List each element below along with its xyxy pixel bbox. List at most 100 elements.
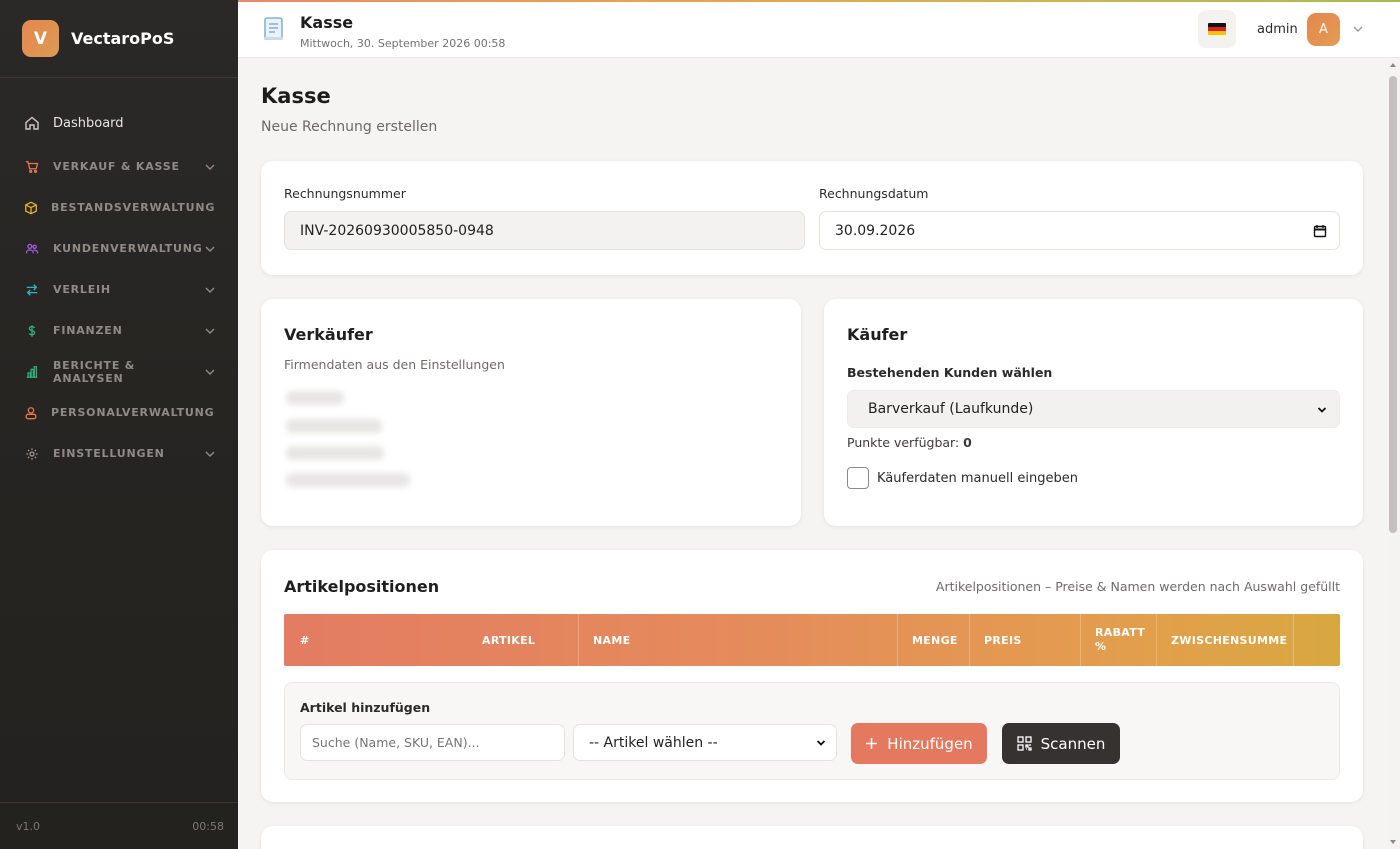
manual-buyer-checkbox[interactable] — [847, 467, 869, 489]
chevron-down-icon — [215, 207, 216, 208]
person-icon — [24, 405, 38, 421]
sidebar-item-label: VERKAUF & KASSE — [53, 160, 180, 173]
chevron-down-icon — [205, 328, 215, 334]
sidebar-item-label: FINANZEN — [53, 324, 123, 337]
language-button[interactable] — [1198, 10, 1236, 48]
receipt-icon — [264, 17, 283, 40]
points-value: 0 — [963, 435, 972, 450]
items-table-header: # ARTIKEL NAME MENGE PREIS RABATT % ZWIS… — [284, 614, 1340, 666]
column-header-actions — [1293, 614, 1340, 666]
add-article-button[interactable]: Hinzufügen — [851, 723, 987, 764]
sidebar-item-berichte-analysen[interactable]: BERICHTE & ANALYSEN — [0, 351, 238, 392]
invoice-number-input[interactable]: INV-20260930005850-0948 — [284, 211, 805, 250]
sidebar-item-personalverwaltung[interactable]: PERSONALVERWALTUNG — [0, 392, 238, 433]
next-card — [261, 826, 1363, 849]
clock-label: 00:58 — [192, 820, 224, 833]
customer-select-label: Bestehenden Kunden wählen — [847, 365, 1053, 380]
german-flag-icon — [1208, 23, 1226, 35]
buyer-card: Käufer Bestehenden Kunden wählen Barverk… — [824, 299, 1363, 526]
add-article-button-label: Hinzufügen — [887, 734, 973, 753]
sidebar: V VectaroPoS Dashboard VERKAUF & KASSE B… — [0, 0, 238, 849]
chevron-down-icon — [205, 164, 215, 170]
article-search-input[interactable] — [300, 724, 565, 761]
page-subtitle: Neue Rechnung erstellen — [261, 119, 438, 135]
qr-code-icon — [1016, 736, 1032, 751]
items-hint: Artikelpositionen – Preise & Namen werde… — [935, 579, 1340, 594]
scroll-down-arrow[interactable] — [1390, 840, 1396, 844]
swap-icon — [24, 282, 40, 298]
seller-blurred-line — [286, 391, 344, 405]
customer-select-value: Barverkauf (Laufkunde) — [868, 401, 1034, 417]
scan-button[interactable]: Scannen — [1002, 723, 1120, 764]
sidebar-item-dashboard[interactable]: Dashboard — [0, 100, 238, 146]
seller-title: Verkäufer — [284, 325, 373, 344]
calendar-icon[interactable] — [1313, 224, 1327, 238]
seller-card: Verkäufer Firmendaten aus den Einstellun… — [261, 299, 801, 526]
invoice-date-label: Rechnungsdatum — [819, 186, 929, 201]
user-name[interactable]: admin — [1257, 22, 1298, 37]
article-select[interactable]: -- Artikel wählen -- — [573, 724, 837, 761]
scroll-thumb[interactable] — [1389, 76, 1397, 533]
sidebar-item-verkauf-kasse[interactable]: VERKAUF & KASSE — [0, 146, 238, 187]
header-datetime: Mittwoch, 30. September 2026 00:58 — [300, 37, 506, 50]
manual-buyer-label[interactable]: Käuferdaten manuell eingeben — [877, 471, 1078, 486]
sidebar-item-einstellungen[interactable]: EINSTELLUNGEN — [0, 433, 238, 474]
points-label: Punkte verfügbar: — [847, 435, 960, 450]
customer-select[interactable]: Barverkauf (Laufkunde) — [847, 390, 1340, 428]
chevron-down-icon — [205, 451, 215, 457]
column-header-price: PREIS — [969, 614, 1080, 666]
version-label: v1.0 — [16, 820, 41, 833]
avatar[interactable]: A — [1307, 13, 1340, 46]
sidebar-item-finanzen[interactable]: FINANZEN — [0, 310, 238, 351]
sidebar-footer: v1.0 00:58 — [16, 820, 224, 833]
chevron-down-icon — [214, 412, 216, 413]
brand-logo: V — [22, 20, 59, 57]
add-article-label: Artikel hinzufügen — [300, 700, 431, 715]
dollar-icon — [24, 323, 40, 339]
article-select-value: -- Artikel wählen -- — [589, 734, 718, 751]
header-title: Kasse — [300, 13, 354, 32]
sidebar-item-label: Dashboard — [53, 115, 124, 131]
scan-button-label: Scannen — [1040, 734, 1106, 753]
column-header-subtotal: ZWISCHENSUMME — [1156, 614, 1293, 666]
column-header-quantity: MENGE — [897, 614, 969, 666]
sidebar-item-label: KUNDENVERWALTUNG — [53, 242, 203, 255]
column-header-article: ARTIKEL — [482, 633, 536, 647]
sidebar-item-bestandsverwaltung[interactable]: BESTANDSVERWALTUNG — [0, 187, 238, 228]
seller-blurred-line — [286, 473, 410, 487]
invoice-card: Rechnungsnummer INV-20260930005850-0948 … — [261, 161, 1363, 275]
invoice-date-input[interactable]: 30.09.2026 — [819, 211, 1340, 250]
add-article-panel: Artikel hinzufügen -- Artikel wählen -- … — [284, 682, 1340, 780]
gear-icon — [24, 446, 40, 462]
sidebar-item-label: EINSTELLUNGEN — [53, 447, 165, 460]
sidebar-item-label: PERSONALVERWALTUNG — [51, 406, 215, 419]
sidebar-item-label: BERICHTE & ANALYSEN — [53, 358, 136, 385]
sidebar-nav: Dashboard VERKAUF & KASSE BESTANDSVERWAL… — [0, 78, 238, 474]
chevron-down-icon — [816, 740, 826, 746]
invoice-number-label: Rechnungsnummer — [284, 186, 406, 201]
column-header-discount: RABATT % — [1080, 614, 1156, 666]
main-content: Kasse Neue Rechnung erstellen Rechnungsn… — [238, 58, 1386, 849]
users-icon — [24, 241, 40, 257]
sidebar-item-kundenverwaltung[interactable]: KUNDENVERWALTUNG — [0, 228, 238, 269]
items-title: Artikelpositionen — [284, 577, 440, 596]
chevron-down-icon — [205, 246, 215, 252]
seller-blurred-line — [286, 446, 384, 460]
items-card: Artikelpositionen Artikelpositionen – Pr… — [261, 550, 1363, 802]
chevron-down-icon — [1317, 407, 1327, 413]
chevron-down-icon[interactable] — [1352, 23, 1364, 35]
sidebar-item-label: BESTANDSVERWALTUNG — [51, 201, 216, 214]
invoice-date-value: 30.09.2026 — [835, 222, 916, 239]
scroll-up-arrow[interactable] — [1390, 63, 1396, 67]
box-icon — [24, 200, 38, 216]
topbar: Kasse Mittwoch, 30. September 2026 00:58… — [238, 0, 1400, 58]
seller-blurred-line — [286, 419, 382, 433]
chevron-down-icon — [205, 369, 215, 375]
brand[interactable]: V VectaroPoS — [0, 0, 238, 78]
points-row: Punkte verfügbar: 0 — [847, 435, 972, 450]
sidebar-divider — [0, 802, 238, 803]
page-scrollbar[interactable] — [1386, 58, 1400, 849]
sidebar-item-verleih[interactable]: VERLEIH — [0, 269, 238, 310]
bar-chart-icon — [24, 364, 40, 380]
home-icon — [24, 115, 40, 131]
